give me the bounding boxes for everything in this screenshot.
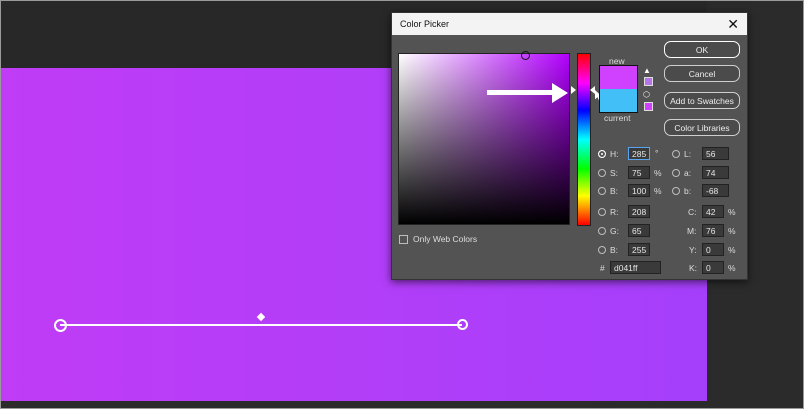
- hue-row: H:: [598, 149, 619, 159]
- cyan-input[interactable]: 42: [702, 205, 724, 218]
- magenta-unit: %: [728, 226, 736, 236]
- green-label: G:: [610, 226, 619, 236]
- green-input[interactable]: 65: [628, 224, 650, 237]
- gradient-line[interactable]: [60, 324, 462, 326]
- web-safe-correction-swatch[interactable]: [644, 102, 653, 111]
- blue-radio[interactable]: [598, 246, 606, 254]
- hex-label: #: [600, 263, 605, 273]
- yellow-unit: %: [728, 245, 736, 255]
- red-radio[interactable]: [598, 208, 606, 216]
- lightness-input[interactable]: 56: [702, 147, 729, 160]
- green-row: G:: [598, 226, 619, 236]
- only-web-colors-option[interactable]: Only Web Colors: [399, 234, 477, 244]
- lab-a-radio[interactable]: [672, 169, 680, 177]
- blue-row: B:: [598, 245, 618, 255]
- color-picker-dialog: Color Picker ✕ new current ▲ ⬡ OK Cancel…: [391, 12, 748, 280]
- dialog-titlebar: Color Picker ✕: [392, 13, 747, 35]
- lab-a-row: a:: [672, 168, 691, 178]
- hue-slider[interactable]: [577, 53, 591, 226]
- lab-a-input[interactable]: 74: [702, 166, 729, 179]
- yellow-input[interactable]: 0: [702, 243, 724, 256]
- lab-b-label: b:: [684, 186, 692, 196]
- lightness-row: L:: [672, 149, 691, 159]
- brightness-input[interactable]: 100: [628, 184, 650, 197]
- hue-slider-left-triangle-icon[interactable]: [571, 86, 576, 94]
- web-safe-cube-icon[interactable]: ⬡: [643, 90, 650, 99]
- add-to-swatches-button[interactable]: Add to Swatches: [664, 92, 740, 109]
- red-input[interactable]: 208: [628, 205, 650, 218]
- brightness-radio[interactable]: [598, 187, 606, 195]
- brightness-row: B:: [598, 186, 618, 196]
- green-radio[interactable]: [598, 227, 606, 235]
- black-label: K:: [689, 263, 698, 273]
- gamut-correction-swatch[interactable]: [644, 77, 653, 86]
- magenta-label: M:: [687, 226, 697, 236]
- lightness-label: L:: [684, 149, 692, 159]
- saturation-row: S:: [598, 168, 618, 178]
- blue-label: B:: [610, 245, 619, 255]
- hue-slider-right-triangle-icon[interactable]: [590, 86, 595, 94]
- close-icon[interactable]: ✕: [727, 16, 739, 33]
- brightness-unit: %: [654, 186, 662, 196]
- hue-label: H:: [610, 149, 619, 159]
- annotation-arrow-shaft: [487, 90, 557, 95]
- only-web-colors-checkbox[interactable]: [399, 234, 408, 244]
- photoshop-workspace: Color Picker ✕ new current ▲ ⬡ OK Cancel…: [0, 0, 804, 409]
- only-web-colors-label: Only Web Colors: [413, 234, 478, 244]
- cyan-unit: %: [728, 207, 736, 217]
- saturation-input[interactable]: 75: [628, 166, 650, 179]
- hue-input[interactable]: 285: [628, 147, 650, 160]
- cyan-label: C:: [688, 207, 697, 217]
- cancel-button[interactable]: Cancel: [664, 65, 740, 82]
- lab-b-row: b:: [672, 186, 691, 196]
- current-color-label: current: [604, 113, 631, 123]
- lightness-radio[interactable]: [672, 150, 680, 158]
- dialog-title: Color Picker: [400, 19, 450, 29]
- hue-radio[interactable]: [598, 150, 606, 158]
- new-color-swatch: [599, 65, 638, 90]
- black-input[interactable]: 0: [702, 261, 724, 274]
- hex-input[interactable]: d041ff: [610, 261, 661, 274]
- hue-unit: °: [655, 148, 659, 158]
- saturation-unit: %: [654, 168, 662, 178]
- saturation-radio[interactable]: [598, 169, 606, 177]
- red-row: R:: [598, 207, 619, 217]
- annotation-arrow-head-icon: [552, 83, 568, 103]
- lab-b-radio[interactable]: [672, 187, 680, 195]
- red-label: R:: [610, 207, 619, 217]
- color-field[interactable]: [398, 53, 570, 225]
- current-color-swatch[interactable]: [599, 89, 638, 113]
- saturation-label: S:: [610, 168, 619, 178]
- lab-b-input[interactable]: -68: [702, 184, 729, 197]
- black-unit: %: [728, 263, 736, 273]
- lab-a-label: a:: [684, 168, 692, 178]
- color-field-marker[interactable]: [521, 51, 530, 60]
- gradient-start-handle[interactable]: [54, 319, 67, 332]
- blue-input[interactable]: 255: [628, 243, 650, 256]
- ok-button[interactable]: OK: [664, 41, 740, 58]
- gradient-end-handle[interactable]: [457, 319, 468, 330]
- magenta-input[interactable]: 76: [702, 224, 724, 237]
- brightness-label: B:: [610, 186, 619, 196]
- out-of-gamut-warning-icon[interactable]: ▲: [643, 67, 652, 75]
- workspace-background-bottom: [0, 401, 804, 409]
- yellow-label: Y:: [689, 245, 697, 255]
- color-libraries-button[interactable]: Color Libraries: [664, 119, 740, 136]
